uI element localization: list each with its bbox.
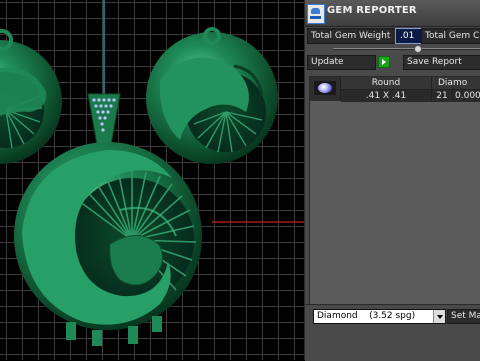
update-button[interactable]: Update xyxy=(307,55,376,70)
update-play-icon[interactable] xyxy=(378,56,390,68)
left-earring xyxy=(0,29,62,164)
gem-table: Round Diamo .41 X .41 21 0.000 xyxy=(309,76,480,306)
gem-size-cell: .41 X .41 xyxy=(341,89,432,102)
panel-titlebar[interactable]: GEM REPORTER xyxy=(305,0,480,27)
column-header-diamond[interactable]: Diamo xyxy=(432,77,480,89)
slider-knob[interactable] xyxy=(414,45,422,53)
main-pendant xyxy=(14,142,202,346)
slider-track xyxy=(333,48,480,50)
round-gem-icon xyxy=(314,81,336,95)
gem-reporter-panel: GEM REPORTER Total Gem Weight .01 Total … xyxy=(304,0,480,361)
right-earring xyxy=(146,27,278,164)
set-material-button[interactable]: Set Mat xyxy=(447,309,480,324)
jewelry-model-render xyxy=(0,0,304,346)
pendant-bail xyxy=(87,93,121,151)
total-gem-weight-value: .01 xyxy=(395,28,423,44)
gem-count-cell: 21 xyxy=(432,89,453,102)
column-header-round[interactable]: Round xyxy=(341,77,432,89)
3d-viewport[interactable] xyxy=(0,0,304,360)
total-gem-count-label: Total Gem C xyxy=(421,28,480,44)
panel-title: GEM REPORTER xyxy=(327,5,417,16)
material-select[interactable]: Diamond (3.52 spg) xyxy=(313,309,446,324)
panel-footer: Diamond (3.52 spg) Set Mat xyxy=(305,304,480,361)
gem-reporter-app-icon xyxy=(307,4,325,24)
gem-weight-cell: 0.000 xyxy=(453,89,480,102)
chevron-down-icon[interactable] xyxy=(433,310,445,323)
gem-preview-cell[interactable] xyxy=(310,77,341,101)
total-gem-weight-label: Total Gem Weight xyxy=(307,28,396,44)
material-select-value: Diamond (3.52 spg) xyxy=(317,311,416,321)
size-slider[interactable] xyxy=(333,45,480,53)
save-report-button[interactable]: Save Report xyxy=(403,55,480,70)
